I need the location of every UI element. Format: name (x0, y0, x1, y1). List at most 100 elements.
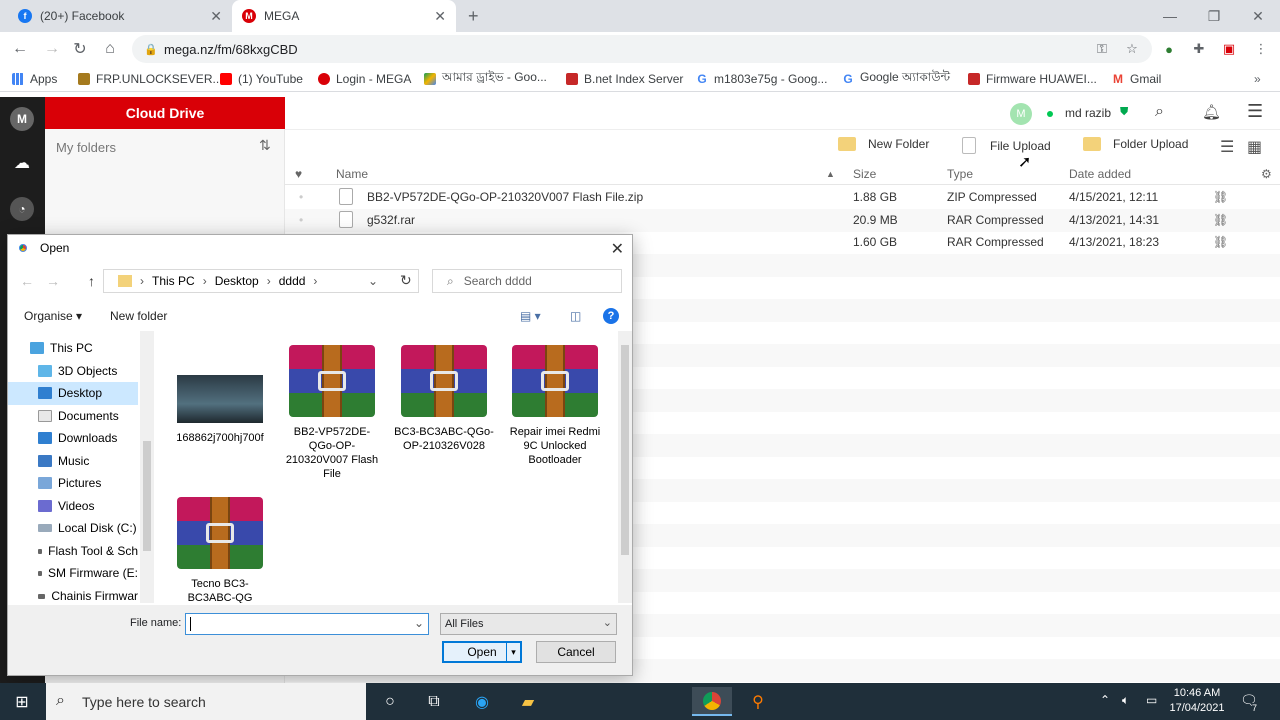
user-name[interactable]: md razib (1065, 106, 1111, 120)
star-icon[interactable]: ☆ (1123, 40, 1141, 58)
key-icon[interactable]: ⚿ (1093, 40, 1111, 58)
file-upload-button[interactable]: File Upload (962, 137, 1051, 154)
tab-facebook[interactable]: f (20+) Facebook ✕ (8, 0, 232, 32)
bookmark-item[interactable]: FRP.UNLOCKSEVER.... (78, 70, 226, 88)
cloud-icon[interactable]: ☁ (10, 151, 34, 175)
avatar[interactable]: M (1010, 103, 1032, 125)
preview-pane-icon[interactable]: ◫ (570, 309, 581, 323)
taskbar-search-input[interactable]: ⌕ Type here to search (46, 683, 366, 720)
edge-button[interactable]: ◉ (462, 687, 502, 716)
favourite-icon[interactable]: ♥ (295, 167, 302, 181)
refresh-icon[interactable]: ↻ (400, 272, 412, 289)
column-type[interactable]: Type (947, 167, 973, 181)
close-window-button[interactable]: ✕ (1236, 0, 1280, 32)
new-folder-button[interactable]: New folder (110, 309, 167, 323)
taskbar-clock[interactable]: 10:46 AM 17/04/2021 (1168, 686, 1226, 716)
search-input[interactable]: ⌕ Search dddd (432, 269, 622, 293)
file-item[interactable]: BB2-VP572DE-QGo-OP-210320V007 Flash File (282, 345, 382, 481)
file-item[interactable]: 168862j700hj700f (170, 347, 270, 445)
file-type-select[interactable]: All Files ⌄ (440, 613, 617, 635)
speaker-icon[interactable]: 🔈︎ (1122, 693, 1129, 708)
chevron-down-icon[interactable]: ⌄ (368, 274, 378, 288)
nav-videos[interactable]: Videos (8, 495, 138, 518)
chevron-up-icon[interactable]: ⌃ (1100, 693, 1110, 707)
nav-drive[interactable]: Flash Tool & Sch (8, 540, 138, 563)
column-date[interactable]: Date added (1069, 167, 1131, 181)
nav-drive[interactable]: Chainis Firmwar (8, 585, 138, 603)
grid-view-icon[interactable]: ▦ (1247, 137, 1262, 157)
nav-scrollbar[interactable] (140, 331, 154, 603)
back-arrow-icon[interactable]: ← (20, 273, 34, 289)
cancel-button[interactable]: Cancel (536, 641, 616, 663)
extension-icon[interactable]: ● (1160, 40, 1178, 58)
bookmark-item[interactable]: M Gmail (1112, 70, 1161, 88)
address-bar[interactable]: 🔒 mega.nz/fm/68kxgCBD (132, 35, 1152, 63)
nav-downloads[interactable]: Downloads (8, 427, 138, 450)
file-name-field[interactable]: ⌄ (185, 613, 429, 635)
search-app-button[interactable]: ⚲ (738, 687, 778, 716)
nav-3d-objects[interactable]: 3D Objects (8, 360, 138, 383)
path-bar[interactable]: › This PC › Desktop › dddd › ⌄ (103, 269, 419, 293)
forward-arrow-icon[interactable]: → (46, 273, 60, 289)
new-tab-button[interactable]: + (468, 6, 479, 27)
cloud-drive-header[interactable]: Cloud Drive (45, 97, 285, 129)
close-icon[interactable]: ✕ (210, 8, 222, 25)
table-row[interactable]: • g532f.rar 20.9 MB RAR Compressed 4/13/… (285, 209, 1280, 232)
bookmark-item[interactable]: B.net Index Server (566, 70, 683, 88)
nav-documents[interactable]: Documents (8, 405, 138, 428)
file-item[interactable]: Tecno BC3-BC3ABC-QG (170, 497, 270, 603)
column-size[interactable]: Size (853, 167, 876, 181)
scrollbar-thumb[interactable] (143, 441, 151, 551)
gear-icon[interactable]: ⚙ (1261, 167, 1272, 181)
link-icon[interactable]: ⛓ (1213, 213, 1228, 227)
clock-icon[interactable]: ◔ (10, 197, 34, 221)
close-icon[interactable]: ✕ (611, 239, 624, 259)
open-button[interactable]: Open ▾ (442, 641, 522, 663)
nav-desktop[interactable]: Desktop (8, 382, 138, 405)
bookmark-item[interactable]: (1) YouTube (220, 70, 303, 88)
nav-local-disk[interactable]: Local Disk (C:) (8, 517, 138, 540)
minimize-button[interactable]: — (1148, 0, 1192, 32)
help-icon[interactable]: ? (603, 308, 619, 324)
restore-button[interactable]: ❐ (1192, 0, 1236, 32)
view-options-icon[interactable]: ▤ ▾ (520, 309, 541, 323)
nav-music[interactable]: Music (8, 450, 138, 473)
bell-icon[interactable]: 🔔︎ (1202, 103, 1221, 121)
sort-icon[interactable]: ⇅ (259, 137, 271, 154)
back-button[interactable]: ← (8, 38, 32, 60)
file-list-scrollbar[interactable] (618, 331, 632, 603)
bookmark-item[interactable]: Login - MEGA (318, 70, 411, 88)
file-item[interactable]: BC3-BC3ABC-QGo-OP-210326V028 (394, 345, 494, 453)
bookmarks-overflow-button[interactable]: » (1254, 70, 1261, 88)
bookmark-apps[interactable]: Apps (12, 70, 57, 88)
link-icon[interactable]: ⛓ (1213, 190, 1228, 204)
path-segment[interactable]: This PC (152, 274, 195, 288)
column-name[interactable]: Name (336, 167, 368, 181)
search-icon[interactable]: ⌕ (1155, 103, 1164, 121)
cortana-button[interactable]: ○ (370, 687, 410, 716)
bookmark-item[interactable]: Firmware HUAWEI... (968, 70, 1097, 88)
close-icon[interactable]: ✕ (434, 8, 446, 25)
bookmark-item[interactable]: Gm1803e75g - Goog... (696, 70, 827, 88)
forward-button[interactable]: → (40, 38, 64, 60)
my-folders-label[interactable]: My folders (56, 140, 116, 155)
table-row[interactable]: • BB2-VP572DE-QGo-OP-210320V007 Flash Fi… (285, 186, 1280, 209)
menu-dots-icon[interactable]: ⋮ (1252, 40, 1270, 58)
bookmark-item[interactable]: G Google অ্যাকাউন্ট (842, 70, 950, 88)
scrollbar-thumb[interactable] (621, 345, 629, 555)
puzzle-icon[interactable]: ✚ (1190, 40, 1208, 58)
reload-button[interactable]: ↻ (68, 38, 92, 60)
nav-this-pc[interactable]: This PC (8, 337, 138, 360)
list-view-icon[interactable]: ☰ (1220, 137, 1234, 157)
new-folder-button[interactable]: New Folder (838, 137, 929, 151)
bookmark-item[interactable]: আমার ড্রাইভ - Goo... (424, 70, 547, 88)
mega-logo-icon[interactable]: M (10, 107, 34, 131)
hamburger-menu-icon[interactable]: ☰ (1247, 101, 1263, 122)
nav-drive[interactable]: SM Firmware (E: (8, 562, 138, 585)
chrome-taskbar-button[interactable] (692, 687, 732, 716)
network-icon[interactable]: ▭ (1146, 693, 1157, 707)
link-icon[interactable]: ⛓ (1213, 235, 1228, 249)
file-explorer-button[interactable]: ▰ (508, 687, 548, 716)
chevron-down-icon[interactable]: ⌄ (414, 616, 424, 630)
up-arrow-icon[interactable]: ↑ (88, 273, 95, 289)
